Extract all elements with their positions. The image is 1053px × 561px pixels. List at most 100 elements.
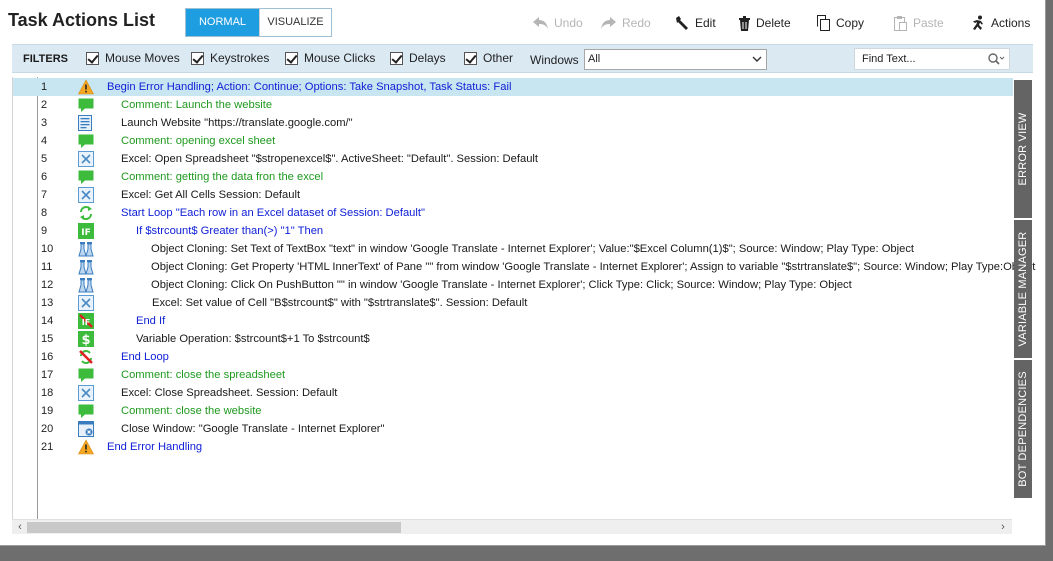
mouse-clicks-checkbox[interactable]: Mouse Clicks	[285, 51, 375, 65]
action-row[interactable]: 8 Start Loop "Each row in an Excel datase…	[13, 204, 1013, 222]
action-text: Launch Website "https://translate.google…	[121, 117, 353, 129]
action-row[interactable]: 14 IF End If	[13, 312, 1013, 330]
loop-icon	[78, 205, 94, 221]
action-row[interactable]: 17 Comment: close the spreadsheet	[13, 366, 1013, 384]
object-cloning-icon	[78, 259, 94, 275]
comment-icon	[78, 133, 94, 149]
line-number: 20	[41, 423, 54, 435]
action-text: Comment: close the website	[121, 405, 262, 417]
title-bar: Task Actions List NORMAL VISUALIZE Undo …	[0, 0, 1046, 44]
redo-label: Redo	[622, 16, 651, 30]
action-text: Variable Operation: $strcount$+1 To $str…	[136, 333, 370, 345]
line-number: 7	[41, 189, 48, 201]
find-text-input[interactable]: Find Text...	[854, 48, 1010, 70]
scroll-right-arrow-icon[interactable]: ›	[996, 521, 1010, 534]
copy-button[interactable]: Copy	[816, 12, 864, 34]
action-row[interactable]: 9 IF If $strcount$ Greater than(>) "1" The…	[13, 222, 1013, 240]
keystrokes-checkbox[interactable]: Keystrokes	[191, 51, 269, 65]
action-row[interactable]: 21 End Error Handling	[13, 438, 1013, 456]
action-row[interactable]: 4 Comment: opening excel sheet	[13, 132, 1013, 150]
excel-icon	[78, 295, 94, 311]
line-number: 6	[41, 171, 48, 183]
other-checkbox[interactable]: Other	[464, 51, 513, 65]
action-row[interactable]: 15 $ Variable Operation: $strcount$+1 To $…	[13, 330, 1013, 348]
horizontal-scrollbar[interactable]: ‹ ›	[12, 519, 1012, 534]
action-text: Object Cloning: Get Property 'HTML Inner…	[151, 261, 1036, 273]
action-row[interactable]: 19 Comment: close the website	[13, 402, 1013, 420]
tab-error-view-label: ERROR VIEW	[1017, 112, 1029, 186]
normal-mode-button[interactable]: NORMAL	[186, 9, 259, 36]
close-window-icon	[78, 421, 94, 437]
action-text: End If	[136, 315, 166, 327]
mouse-moves-checkbox[interactable]: Mouse Moves	[86, 51, 180, 65]
delays-label: Delays	[409, 51, 446, 65]
action-text: Excel: Get All Cells Session: Default	[121, 189, 301, 201]
tab-bot-dependencies[interactable]: BOT DEPENDENCIES	[1014, 360, 1032, 498]
action-text: End Loop	[121, 351, 169, 363]
excel-icon	[78, 385, 94, 401]
copy-label: Copy	[836, 16, 865, 30]
line-number: 1	[41, 81, 48, 93]
action-row[interactable]: 3 Launch Website "https://translate.googl…	[13, 114, 1013, 132]
action-text: Excel: Set value of Cell "B$strcount$" w…	[152, 297, 528, 309]
actions-button[interactable]: Actions	[970, 12, 1030, 34]
undo-label: Undo	[554, 16, 583, 30]
line-number: 10	[41, 243, 54, 255]
action-text: Comment: getting the data fron the excel	[121, 171, 324, 183]
comment-icon	[78, 403, 94, 419]
paste-icon	[894, 16, 907, 31]
action-text: Object Cloning: Click On PushButton "" i…	[151, 279, 852, 291]
action-row[interactable]: 12 Object Cloning: Click On PushButton ""…	[13, 276, 1013, 294]
action-row[interactable]: 20 Close Window: "Google Translate - Inte…	[13, 420, 1013, 438]
action-row[interactable]: 16 End Loop	[13, 348, 1013, 366]
action-text: Begin Error Handling; Action: Continue; …	[107, 81, 512, 93]
edit-button[interactable]: Edit	[674, 12, 716, 34]
action-row[interactable]: 11 Object Cloning: Get Property 'HTML Inn…	[13, 258, 1035, 276]
tab-error-view[interactable]: ERROR VIEW	[1014, 80, 1032, 218]
end-if-icon: IF	[78, 313, 94, 329]
line-number: 21	[41, 441, 54, 453]
tab-variable-manager[interactable]: VARIABLE MANAGER	[1014, 220, 1032, 358]
mouse-clicks-label: Mouse Clicks	[304, 51, 376, 65]
action-row[interactable]: 2 Comment: Launch the website	[13, 96, 1013, 114]
action-text: Comment: opening excel sheet	[121, 135, 276, 147]
action-row[interactable]: 7 Excel: Get All Cells Session: Default	[13, 186, 1013, 204]
scrollbar-thumb[interactable]	[27, 522, 401, 533]
line-number: 3	[41, 117, 48, 129]
undo-button[interactable]: Undo	[532, 12, 583, 34]
visualize-mode-button[interactable]: VISUALIZE	[259, 9, 331, 36]
object-cloning-icon	[78, 241, 94, 257]
action-row[interactable]: 18 Excel: Close Spreadsheet. Session: Def…	[13, 384, 1013, 402]
filters-label: FILTERS	[23, 53, 69, 65]
running-man-icon	[973, 15, 983, 30]
delays-checkbox[interactable]: Delays	[390, 51, 446, 65]
action-row[interactable]: 5 Excel: Open Spreadsheet "$stropenexcel$…	[13, 150, 1013, 168]
windows-label: Windows	[530, 53, 579, 67]
comment-icon	[78, 169, 94, 185]
line-number: 16	[41, 351, 54, 363]
action-text: Excel: Open Spreadsheet "$stropenexcel$"…	[121, 153, 539, 165]
action-text: Start Loop "Each row in an Excel dataset…	[121, 207, 425, 219]
action-text: If $strcount$ Greater than(>) "1" Then	[136, 225, 324, 237]
windows-select-value: All	[588, 53, 601, 65]
warning-icon	[77, 439, 95, 455]
action-row[interactable]: 10 Object Cloning: Set Text of TextBox "t…	[13, 240, 1013, 258]
search-icon	[988, 53, 1005, 65]
action-row[interactable]: 13 Excel: Set value of Cell "B$strcount$"…	[13, 294, 1013, 312]
delete-button[interactable]: Delete	[738, 12, 791, 34]
find-text-placeholder: Find Text...	[862, 53, 916, 65]
paste-button[interactable]: Paste	[893, 12, 944, 34]
excel-icon	[78, 187, 94, 203]
action-row[interactable]: 1 Begin Error Handling; Action: Continue;…	[13, 78, 1013, 96]
windows-select[interactable]: All	[584, 49, 767, 70]
end-loop-icon	[78, 349, 94, 365]
scroll-left-arrow-icon[interactable]: ‹	[13, 521, 27, 534]
redo-button[interactable]: Redo	[600, 12, 651, 34]
actions-label: Actions	[991, 16, 1031, 30]
page-title: Task Actions List	[8, 10, 156, 30]
action-text: Comment: Launch the website	[121, 99, 273, 111]
action-text: Close Window: "Google Translate - Intern…	[121, 423, 385, 435]
task-actions-list: 1 Begin Error Handling; Action: Continue;…	[12, 77, 1035, 519]
action-row[interactable]: 6 Comment: getting the data fron the exce…	[13, 168, 1013, 186]
comment-icon	[78, 367, 94, 383]
